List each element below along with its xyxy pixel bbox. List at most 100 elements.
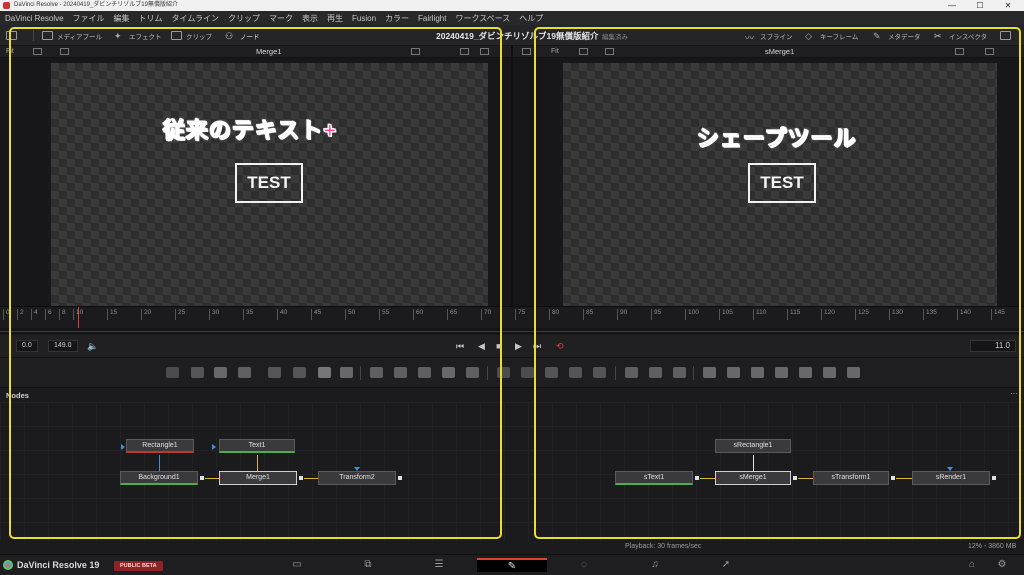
viewer-right-option-icon[interactable]: [985, 48, 994, 55]
clips-button[interactable]: クリップ: [171, 29, 212, 42]
viewer-right-canvas[interactable]: TEST: [563, 63, 997, 306]
background-tool-icon[interactable]: [166, 367, 179, 378]
menu-view[interactable]: 表示: [302, 13, 318, 24]
shape-tool-icon[interactable]: [593, 367, 606, 378]
play-reverse-icon[interactable]: ◀: [478, 340, 485, 352]
viewer-left-zoom-dropdown[interactable]: Fit: [6, 48, 14, 55]
drop-tool-icon[interactable]: [340, 367, 353, 378]
particle-emitter-icon[interactable]: [649, 367, 662, 378]
channel-tool-icon[interactable]: [394, 367, 407, 378]
menu-color[interactable]: カラー: [385, 13, 409, 24]
fairlight-page-icon[interactable]: ♫: [645, 558, 665, 572]
menu-fusion[interactable]: Fusion: [352, 14, 376, 23]
viewer-right-zoom-dropdown[interactable]: Fit: [551, 48, 559, 55]
keyframes-button[interactable]: ◇ キーフレーム: [805, 29, 858, 42]
menu-edit[interactable]: 編集: [114, 13, 130, 24]
go-to-end-icon[interactable]: ⏭: [533, 340, 541, 352]
viewer-right[interactable]: Fit sMerge1 TEST シェープツール: [513, 46, 1024, 306]
media-pool-button[interactable]: メディアプール: [42, 29, 102, 42]
node-srender1[interactable]: sRender1: [912, 471, 990, 485]
menu-clip[interactable]: クリップ: [228, 13, 260, 24]
output-port[interactable]: [695, 476, 699, 480]
edit-page-icon[interactable]: ☰: [429, 558, 449, 572]
output-port[interactable]: [299, 476, 303, 480]
node-text1[interactable]: Text1: [219, 439, 295, 453]
shape3d-tool-icon[interactable]: [703, 367, 716, 378]
viewer-right-option-icon[interactable]: [579, 48, 588, 55]
viewer-left-option-icon[interactable]: [411, 48, 420, 55]
render-start-field[interactable]: 0.0: [16, 340, 38, 352]
menu-timeline[interactable]: タイムライン: [172, 13, 219, 24]
output-port[interactable]: [793, 476, 797, 480]
output-port[interactable]: [200, 476, 204, 480]
curve-tool-icon[interactable]: [293, 367, 306, 378]
cut-page-icon[interactable]: ⧉: [358, 558, 378, 572]
text-tool-icon[interactable]: [214, 367, 227, 378]
color-page-icon[interactable]: ◌: [574, 558, 594, 572]
render3d-tool-icon[interactable]: [847, 367, 860, 378]
node-merge1[interactable]: Merge1: [219, 471, 297, 485]
bspline-mask-icon[interactable]: [569, 367, 582, 378]
node-background1[interactable]: Background1: [120, 471, 198, 485]
node-srectangle1[interactable]: sRectangle1: [715, 439, 791, 453]
brush-tool-icon[interactable]: [238, 367, 251, 378]
panel-toggle-right-button[interactable]: [1000, 29, 1011, 42]
render-end-field[interactable]: 149.0: [48, 340, 78, 352]
image-tool-icon[interactable]: [442, 367, 455, 378]
metadata-button[interactable]: ✎ メタデータ: [873, 29, 921, 42]
merge3d-tool-icon[interactable]: [727, 367, 740, 378]
light-tool-icon[interactable]: [318, 367, 331, 378]
node-smerge1[interactable]: sMerge1: [715, 471, 791, 485]
output-port[interactable]: [992, 476, 996, 480]
node-graph[interactable]: Rectangle1 Text1 Background1 Merge1 Tran…: [0, 402, 1024, 542]
menu-help[interactable]: ヘルプ: [519, 13, 543, 24]
menu-mark[interactable]: マーク: [269, 13, 293, 24]
merge-tool-icon[interactable]: [370, 367, 383, 378]
go-to-start-icon[interactable]: ⏮: [456, 340, 464, 352]
viewer-left-canvas[interactable]: TEST: [51, 63, 488, 306]
particle-render-icon[interactable]: [673, 367, 686, 378]
menu-playback[interactable]: 再生: [327, 13, 343, 24]
inspector-button[interactable]: ✂ インスペクタ: [934, 29, 987, 42]
viewer-left-option-icon[interactable]: [60, 48, 69, 55]
effects-button[interactable]: ✦ エフェクト: [114, 29, 162, 42]
node-rectangle1[interactable]: Rectangle1: [126, 439, 194, 453]
image-plane-icon[interactable]: [823, 367, 836, 378]
ellipse-mask-icon[interactable]: [521, 367, 534, 378]
minimize-button[interactable]: —: [940, 0, 964, 11]
node-transform2[interactable]: Transform2: [318, 471, 396, 485]
node-stransform1[interactable]: sTransform1: [813, 471, 889, 485]
spline-button[interactable]: 〰スプライン: [745, 29, 793, 43]
polygon-mask-icon[interactable]: [545, 367, 558, 378]
node-stext1[interactable]: sText1: [615, 471, 693, 485]
paint-stroke-icon[interactable]: [625, 367, 638, 378]
rect-mask-icon[interactable]: [497, 367, 510, 378]
output-port[interactable]: [398, 476, 402, 480]
media-page-icon[interactable]: ▭: [287, 558, 307, 572]
viewer-right-option-icon[interactable]: [955, 48, 964, 55]
speaker-icon[interactable]: 🔈: [87, 340, 98, 352]
viewer-right-more-icon[interactable]: [522, 48, 531, 55]
play-forward-icon[interactable]: ▶: [515, 340, 522, 352]
viewer-left-option-icon[interactable]: [460, 48, 469, 55]
nodes-panel-more-icon[interactable]: ···: [1010, 389, 1018, 398]
menu-davinci-resolve[interactable]: DaVinci Resolve: [5, 14, 64, 23]
stop-icon[interactable]: ■: [496, 340, 501, 352]
viewer-right-option-icon[interactable]: [605, 48, 614, 55]
menu-file[interactable]: ファイル: [73, 13, 105, 24]
time-ruler[interactable]: 0 2 4 6 8 10 15 20 25 30 35 40 45 50 55 60 65 70 75 80 85 90 9…: [0, 306, 1024, 329]
output-port[interactable]: [891, 476, 895, 480]
text3d-tool-icon[interactable]: [799, 367, 812, 378]
paint-tool-icon[interactable]: [191, 367, 204, 378]
fusion-page-icon[interactable]: ✎: [477, 558, 547, 572]
matte-tool-icon[interactable]: [418, 367, 431, 378]
close-button[interactable]: ✕: [996, 0, 1020, 11]
settings-gear-icon[interactable]: ⚙: [992, 558, 1012, 572]
menu-fairlight[interactable]: Fairlight: [418, 14, 446, 23]
panel-toggle-button[interactable]: [6, 29, 17, 42]
current-frame-field[interactable]: 11.0: [970, 340, 1016, 352]
light3d-tool-icon[interactable]: [775, 367, 788, 378]
menu-workspace[interactable]: ワークスペース: [455, 13, 510, 24]
media-tool-icon[interactable]: [466, 367, 479, 378]
particles-tool-icon[interactable]: [268, 367, 281, 378]
